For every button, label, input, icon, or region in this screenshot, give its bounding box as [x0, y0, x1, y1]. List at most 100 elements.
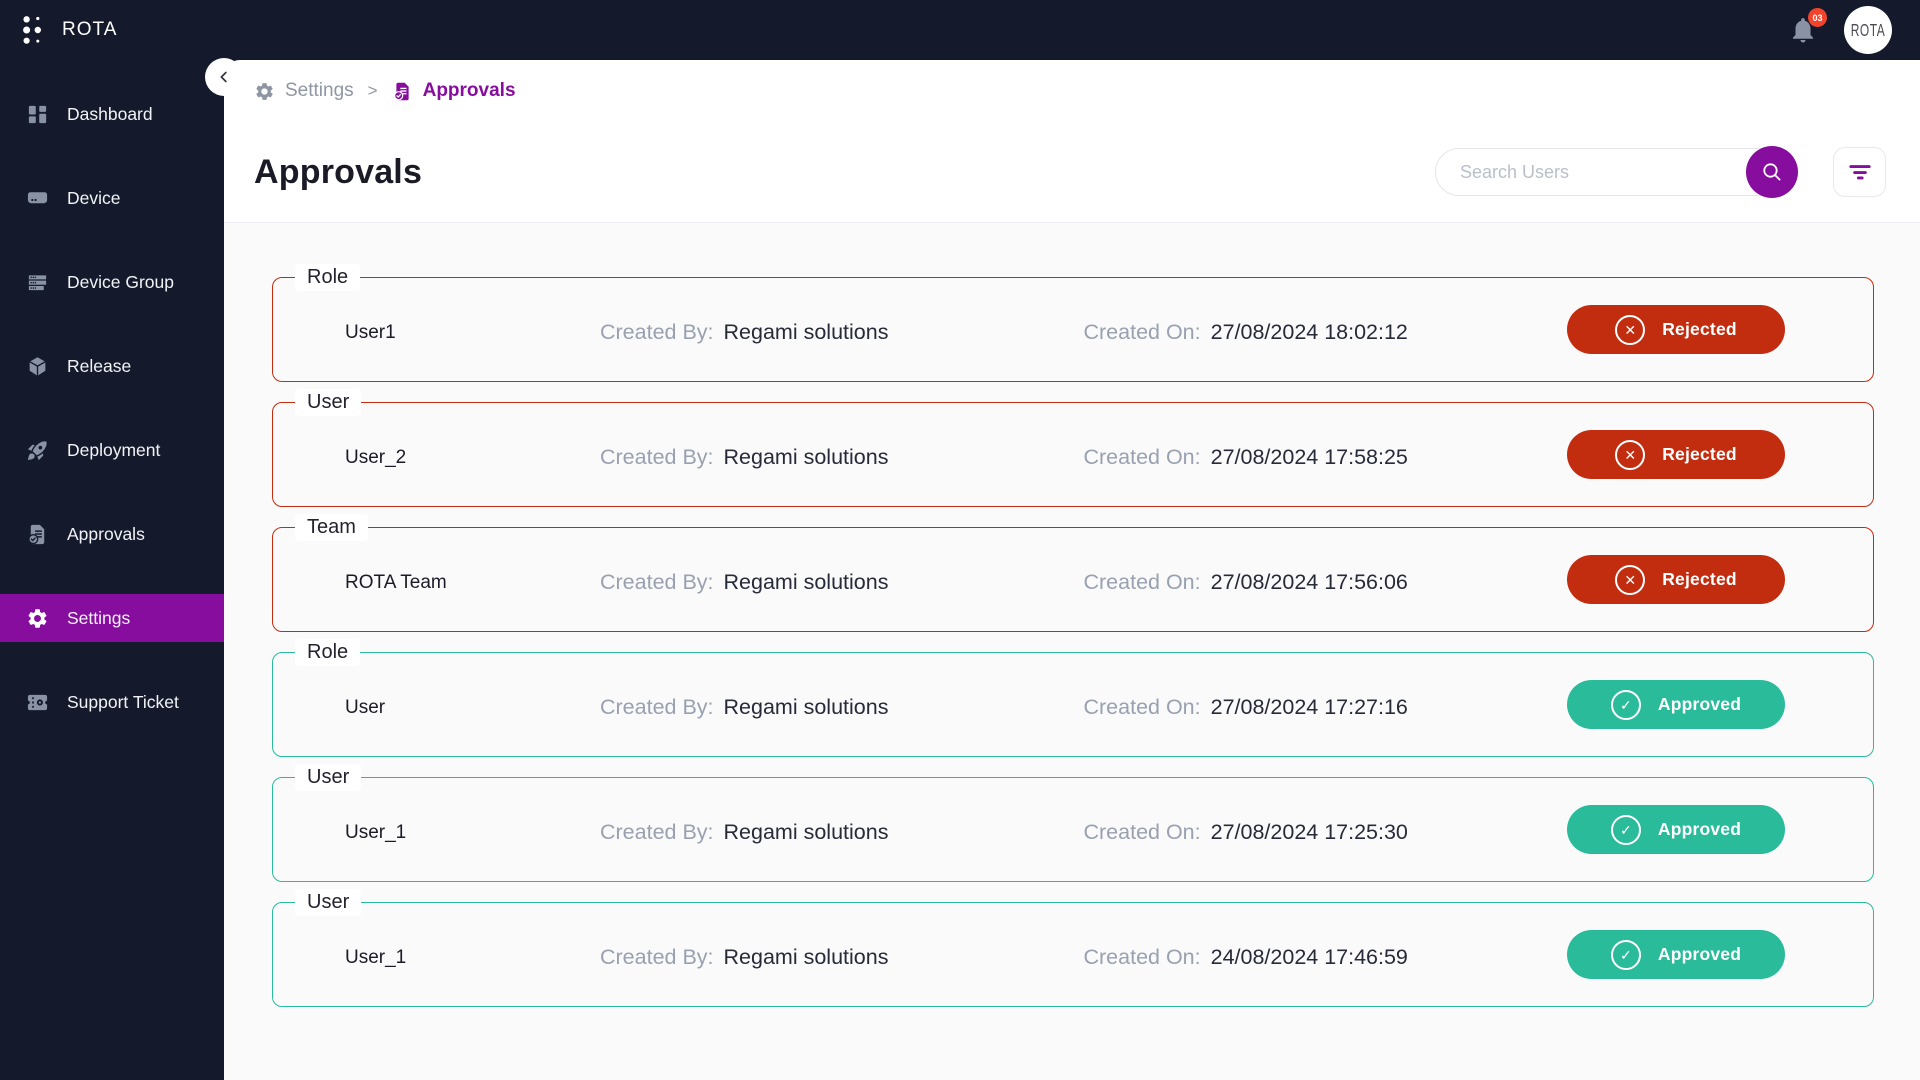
device-icon — [26, 187, 49, 210]
status-text: Rejected — [1662, 444, 1737, 465]
device-group-icon — [26, 271, 49, 294]
status-badge[interactable]: ✕ Rejected — [1567, 305, 1785, 354]
breadcrumb-settings-link[interactable]: Settings — [254, 80, 354, 102]
status-badge[interactable]: ✓ Approved — [1567, 680, 1785, 729]
approval-type-label: Role — [295, 264, 360, 291]
approval-card: User User_1 Created By: Regami solutions… — [272, 902, 1874, 1007]
created-on-label: Created On: — [1084, 320, 1201, 345]
created-on-label: Created On: — [1084, 570, 1201, 595]
sidebar-item-release[interactable]: Release — [0, 342, 224, 390]
approvals-icon — [26, 523, 49, 546]
created-by-label: Created By: — [600, 445, 714, 470]
approval-card: Team ROTA Team Created By: Regami soluti… — [272, 527, 1874, 632]
sidebar-nav: Dashboard Device Device Group Release De… — [0, 60, 224, 1080]
status-circle-x-icon: ✕ — [1615, 440, 1645, 470]
search-icon — [1760, 160, 1784, 184]
page-title: Approvals — [254, 153, 422, 192]
status-badge[interactable]: ✕ Rejected — [1567, 430, 1785, 479]
created-on-value: 27/08/2024 17:56:06 — [1211, 570, 1408, 595]
approval-type-label: Team — [295, 514, 368, 541]
created-on: Created On: 27/08/2024 18:02:12 — [1084, 320, 1568, 345]
filter-button[interactable] — [1833, 147, 1886, 197]
approval-name: User_1 — [345, 947, 600, 969]
approval-name: ROTA Team — [345, 572, 600, 594]
breadcrumb-approvals-link[interactable]: Approvals — [392, 80, 516, 102]
sidebar-item-device-group[interactable]: Device Group — [0, 258, 224, 306]
approval-type-label: User — [295, 389, 361, 416]
sidebar-item-label: Device Group — [67, 272, 174, 293]
created-by: Created By: Regami solutions — [600, 320, 1084, 345]
sidebar-item-dashboard[interactable]: Dashboard — [0, 90, 224, 138]
deployment-icon — [26, 439, 49, 462]
toolbar — [1435, 147, 1886, 197]
created-on-label: Created On: — [1084, 445, 1201, 470]
created-by-value: Regami solutions — [724, 695, 889, 720]
user-avatar[interactable]: ROTA — [1844, 6, 1892, 54]
dashboard-icon — [26, 103, 49, 126]
sidebar-item-label: Settings — [67, 608, 130, 629]
chevron-left-icon — [215, 68, 233, 86]
created-by-value: Regami solutions — [724, 945, 889, 970]
filter-icon — [1847, 159, 1873, 185]
approvals-icon — [392, 81, 413, 102]
approval-name: User — [345, 697, 600, 719]
created-by-label: Created By: — [600, 695, 714, 720]
sidebar-item-label: Dashboard — [67, 104, 153, 125]
approval-card: Role User Created By: Regami solutions C… — [272, 652, 1874, 757]
status-badge[interactable]: ✓ Approved — [1567, 930, 1785, 979]
search-bar — [1435, 148, 1795, 196]
created-by: Created By: Regami solutions — [600, 945, 1084, 970]
logo-dots-icon — [20, 14, 46, 46]
status-circle-check-icon: ✓ — [1611, 815, 1641, 845]
settings-icon — [26, 607, 49, 630]
notifications-button[interactable]: 03 — [1788, 15, 1818, 45]
created-by: Created By: Regami solutions — [600, 695, 1084, 720]
approval-type-label: User — [295, 764, 361, 791]
created-by-value: Regami solutions — [724, 320, 889, 345]
sidebar-collapse-button[interactable] — [205, 58, 243, 96]
status-text: Rejected — [1662, 319, 1737, 340]
created-on-value: 27/08/2024 17:58:25 — [1211, 445, 1408, 470]
sidebar-item-label: Deployment — [67, 440, 160, 461]
page-header-row: Approvals — [224, 122, 1920, 222]
created-on-value: 27/08/2024 18:02:12 — [1211, 320, 1408, 345]
status-text: Rejected — [1662, 569, 1737, 590]
sidebar-item-deployment[interactable]: Deployment — [0, 426, 224, 474]
sidebar-item-support-ticket[interactable]: Support Ticket — [0, 678, 224, 726]
created-by-label: Created By: — [600, 570, 714, 595]
sidebar-item-approvals[interactable]: Approvals — [0, 510, 224, 558]
approval-card: Role User1 Created By: Regami solutions … — [272, 277, 1874, 382]
search-button[interactable] — [1746, 146, 1798, 198]
created-on: Created On: 27/08/2024 17:56:06 — [1084, 570, 1568, 595]
status-badge[interactable]: ✕ Rejected — [1567, 555, 1785, 604]
approval-card: User User_2 Created By: Regami solutions… — [272, 402, 1874, 507]
approval-card: User User_1 Created By: Regami solutions… — [272, 777, 1874, 882]
search-input[interactable] — [1435, 148, 1795, 196]
sidebar-item-settings[interactable]: Settings — [0, 594, 224, 642]
approval-type-label: Role — [295, 639, 360, 666]
created-on: Created On: 27/08/2024 17:58:25 — [1084, 445, 1568, 470]
created-on-value: 27/08/2024 17:27:16 — [1211, 695, 1408, 720]
status-badge[interactable]: ✓ Approved — [1567, 805, 1785, 854]
created-by-label: Created By: — [600, 320, 714, 345]
created-on-value: 24/08/2024 17:46:59 — [1211, 945, 1408, 970]
status-text: Approved — [1658, 694, 1741, 715]
status-text: Approved — [1658, 944, 1741, 965]
created-by-value: Regami solutions — [724, 445, 889, 470]
status-text: Approved — [1658, 819, 1741, 840]
created-on: Created On: 27/08/2024 17:25:30 — [1084, 820, 1568, 845]
breadcrumb-parent-label: Settings — [285, 80, 354, 102]
created-by: Created By: Regami solutions — [600, 570, 1084, 595]
breadcrumb-current-label: Approvals — [423, 80, 516, 102]
avatar-text: ROTA — [1851, 20, 1885, 40]
created-on-label: Created On: — [1084, 820, 1201, 845]
approval-name: User1 — [345, 322, 600, 344]
approval-name: User_1 — [345, 822, 600, 844]
created-by-label: Created By: — [600, 820, 714, 845]
created-on-label: Created On: — [1084, 945, 1201, 970]
header-actions: 03 ROTA — [1788, 6, 1920, 54]
sidebar-item-device[interactable]: Device — [0, 174, 224, 222]
breadcrumb-bar: Settings > Approvals — [224, 60, 1920, 122]
main-layout: Dashboard Device Device Group Release De… — [0, 60, 1920, 1080]
breadcrumb-separator: > — [364, 81, 382, 101]
